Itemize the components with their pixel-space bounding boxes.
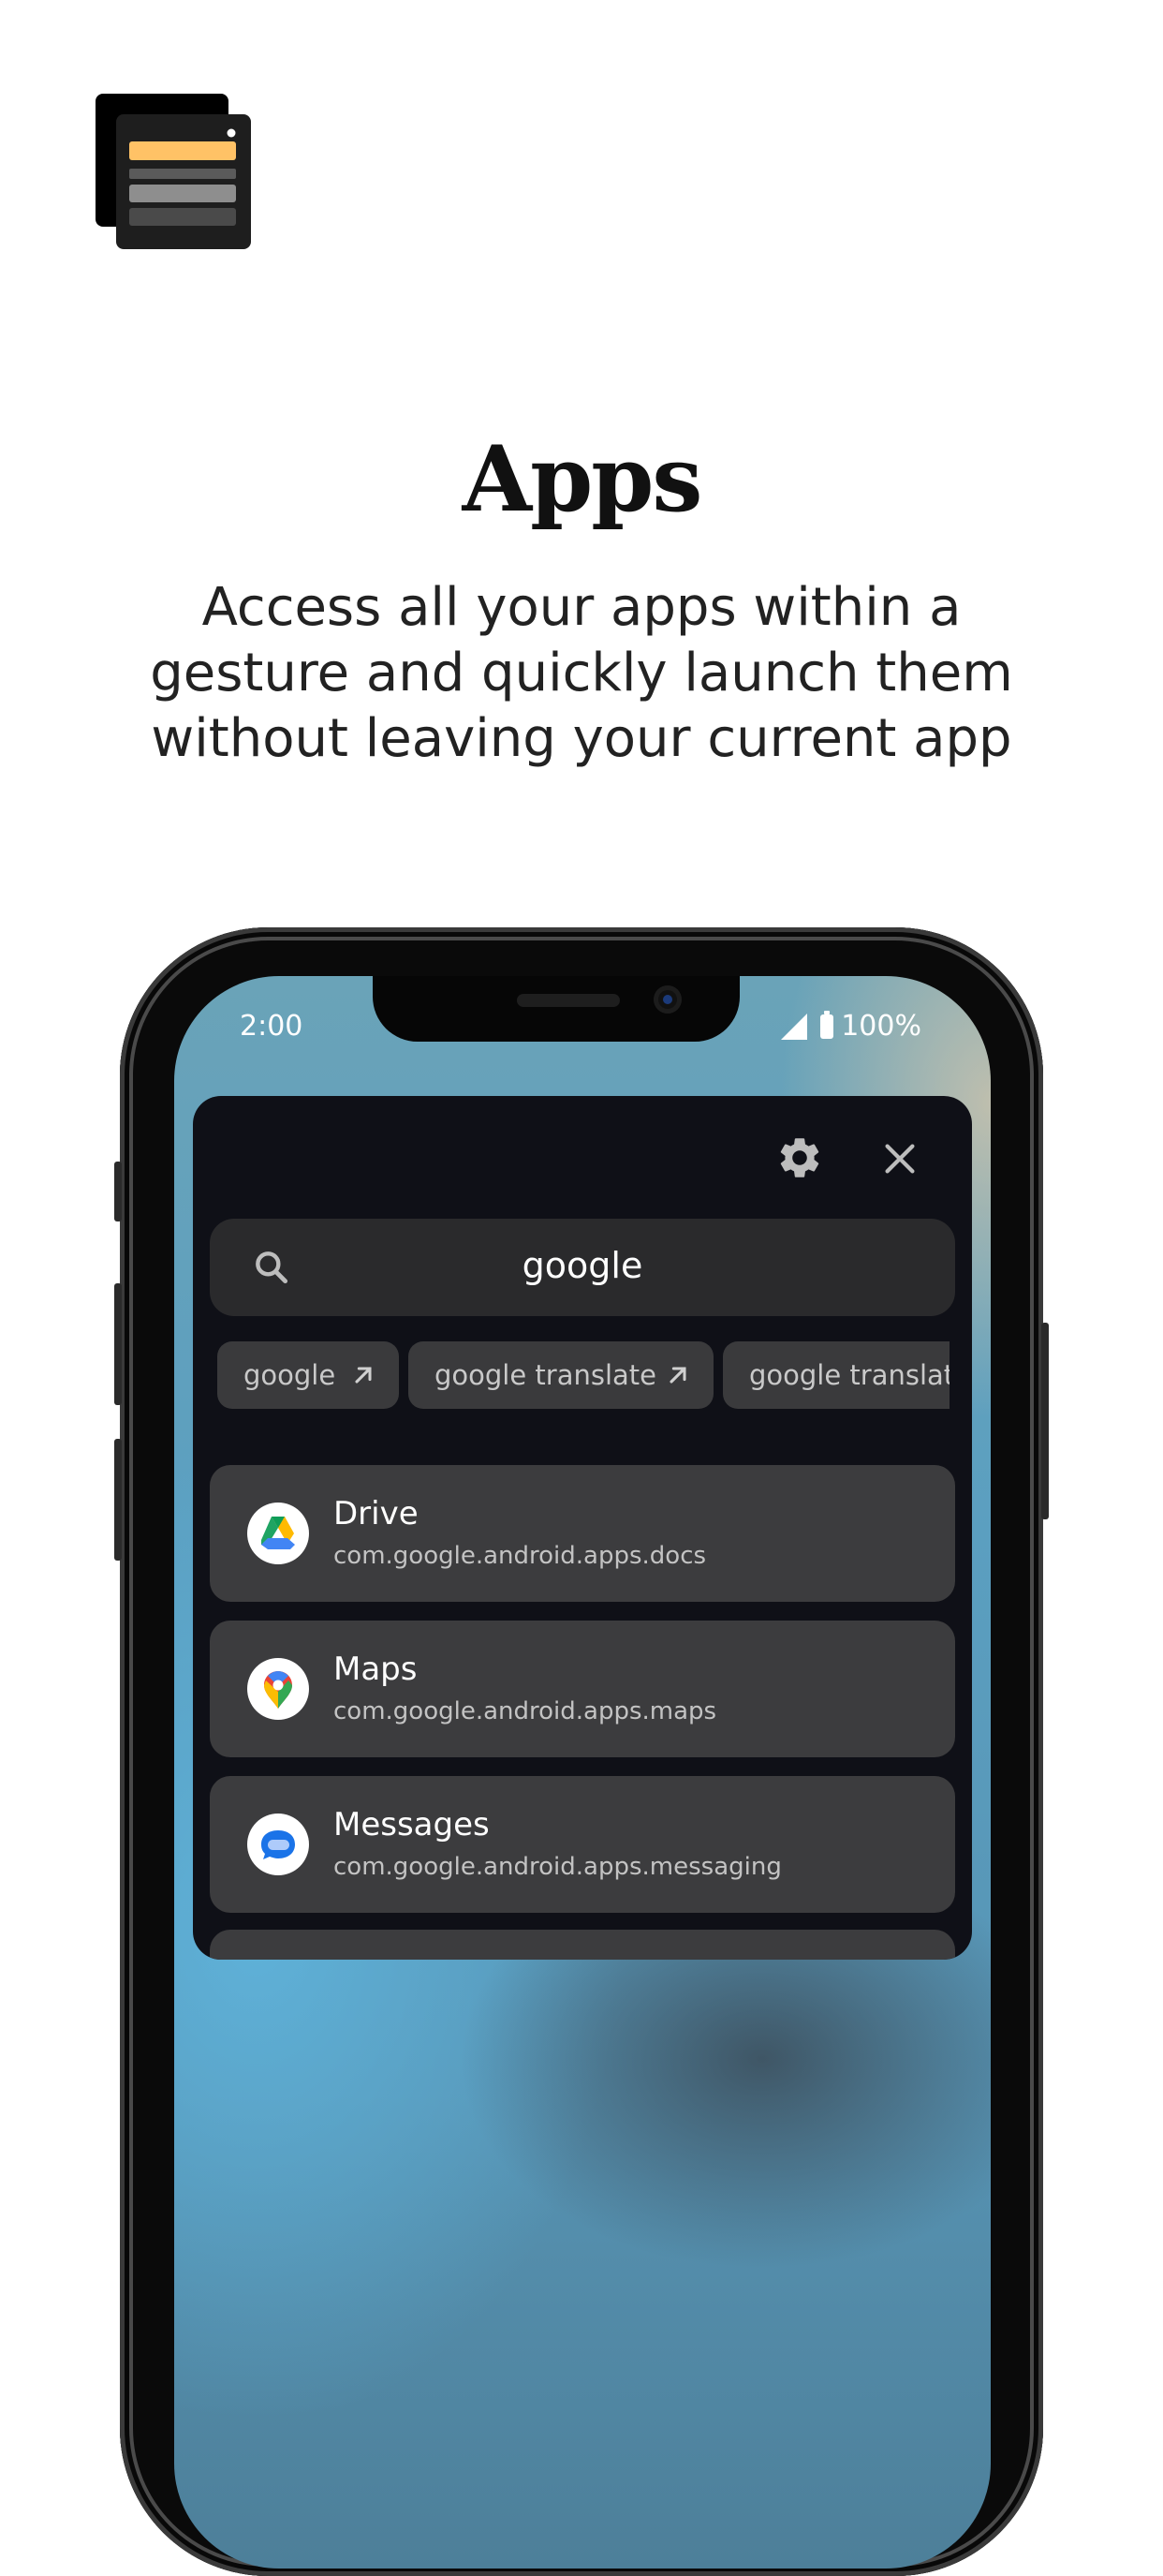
phone-volume-up-button xyxy=(114,1283,122,1405)
cell-signal-icon xyxy=(781,1013,808,1040)
app-result-row[interactable]: Drive com.google.android.apps.docs xyxy=(210,1465,955,1602)
suggestion-label: google translat xyxy=(749,1359,950,1391)
promo-subtitle-line: Access all your apps within a xyxy=(201,577,962,638)
google-maps-icon xyxy=(247,1658,309,1720)
suggestion-chip[interactable]: google translat xyxy=(723,1341,950,1409)
battery-icon xyxy=(820,1010,834,1039)
front-camera-icon xyxy=(654,985,682,1014)
suggestion-chip[interactable]: google translate xyxy=(408,1341,714,1409)
search-input[interactable]: google xyxy=(210,1219,955,1316)
arrow-up-right-icon xyxy=(670,1367,686,1384)
app-package: com.google.android.apps.maps xyxy=(333,1697,717,1725)
google-messages-icon xyxy=(247,1814,309,1875)
app-name: Maps xyxy=(333,1651,418,1688)
phone-notch xyxy=(373,976,740,1042)
battery-percentage: 100% xyxy=(841,1010,921,1043)
app-name: Messages xyxy=(333,1806,490,1843)
status-time: 2:00 xyxy=(240,1010,303,1043)
app-logo xyxy=(96,94,251,249)
suggestion-chip[interactable]: google xyxy=(217,1341,399,1409)
app-package: com.google.android.apps.docs xyxy=(333,1542,707,1570)
promo-subtitle-line: without leaving your current app xyxy=(151,708,1012,769)
suggestion-label: google translate xyxy=(434,1359,657,1391)
close-icon[interactable] xyxy=(878,1137,921,1180)
apps-panel: google google google translate google tr… xyxy=(193,1096,972,1960)
suggestion-label: google xyxy=(243,1359,336,1391)
app-name: Drive xyxy=(333,1495,419,1532)
phone-side-button xyxy=(114,1162,122,1221)
status-indicators: 100% xyxy=(781,1010,921,1043)
promo-subtitle-line: gesture and quickly launch them xyxy=(150,643,1013,703)
google-drive-icon xyxy=(247,1503,309,1564)
app-result-row[interactable]: Messages com.google.android.apps.messagi… xyxy=(210,1776,955,1913)
promo-title: Apps xyxy=(462,426,703,532)
search-suggestions: google google translate google translat xyxy=(217,1341,950,1409)
app-result-row[interactable]: Maps com.google.android.apps.maps xyxy=(210,1621,955,1757)
settings-gear-icon[interactable] xyxy=(775,1133,824,1182)
search-query: google xyxy=(522,1245,643,1286)
arrow-up-right-icon xyxy=(355,1367,372,1384)
phone-power-button xyxy=(1041,1323,1049,1519)
app-result-row-partial[interactable] xyxy=(210,1930,955,1960)
phone-screen: 2:00 100% google google google translate… xyxy=(174,976,991,2569)
promo-subtitle: Access all your apps within a gesture an… xyxy=(113,575,1050,772)
app-package: com.google.android.apps.messaging xyxy=(333,1853,782,1881)
speaker-grille xyxy=(517,994,620,1007)
phone-volume-down-button xyxy=(114,1439,122,1561)
